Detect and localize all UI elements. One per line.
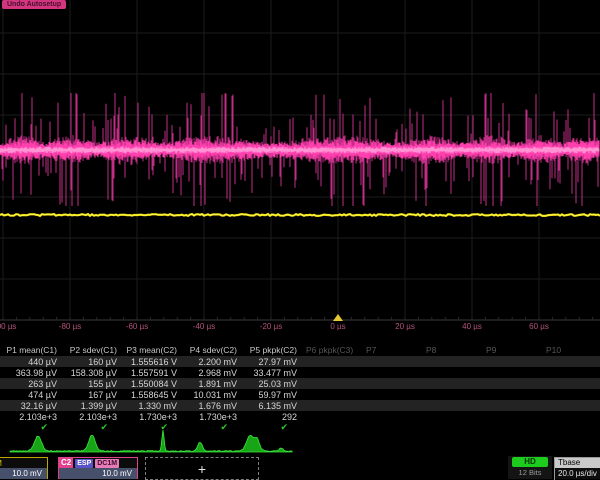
add-trace-button[interactable]: + <box>145 457 259 480</box>
measure-mean-p5: 33.477 mV <box>240 368 300 378</box>
measure-header-p4[interactable]: P4 sdev(C2) <box>180 345 240 355</box>
measure-max-p1: 474 µV <box>0 390 60 400</box>
measure-num-p3: 1.730e+3 <box>120 412 180 422</box>
measure-max-p2: 167 µV <box>60 390 120 400</box>
measure-header-p9[interactable]: P9 <box>480 345 540 355</box>
c1-coupling-badge: DC1M <box>0 459 2 468</box>
measure-row-min: 263 µV155 µV1.550084 V1.891 mV25.03 mV <box>0 378 600 389</box>
measure-header-p5[interactable]: P5 pkpk(C2) <box>240 345 300 355</box>
measure-value-p3: 1.555616 V <box>120 357 180 367</box>
measure-row-sdev: 32.16 µV1.399 µV1.330 mV1.676 mV6.135 mV <box>0 400 600 411</box>
measure-sdev-p4: 1.676 mV <box>180 401 240 411</box>
measure-header-p10[interactable]: P10 <box>540 345 600 355</box>
measure-value-p2: 160 µV <box>60 357 120 367</box>
time-tick-label: -100 µs <box>0 322 16 331</box>
time-tick-label: 40 µs <box>462 322 482 331</box>
measure-value-p1: 440 µV <box>0 357 60 367</box>
status-check-icon-p2: ✔ <box>60 422 120 433</box>
status-check-icon-p5: ✔ <box>240 422 300 433</box>
hd-mode-badge: HD <box>512 457 548 467</box>
status-check-icon-p1: ✔ <box>0 422 60 433</box>
hd-bits-label: 12 Bits <box>508 467 552 478</box>
measure-header-p8[interactable]: P8 <box>420 345 480 355</box>
measure-sdev-p5: 6.135 mV <box>240 401 300 411</box>
tbase-per-div: 20.0 µs/div <box>555 468 600 479</box>
measure-mean-p2: 158.308 µV <box>60 368 120 378</box>
measure-row-num: 2.103e+32.103e+31.730e+31.730e+3292 <box>0 411 600 422</box>
c2-tag: C2 <box>59 458 73 468</box>
measure-value-p5: 27.97 mV <box>240 357 300 367</box>
time-tick-label: -20 µs <box>260 322 282 331</box>
measure-value-p4: 2.200 mV <box>180 357 240 367</box>
measure-table: P1 mean(C1)P2 sdev(C1)P3 mean(C2)P4 sdev… <box>0 344 600 433</box>
measure-min-p2: 155 µV <box>60 379 120 389</box>
time-tick-label: 0 µs <box>330 322 345 331</box>
timebase-descriptor[interactable]: Tbase 20.0 µs/div <box>554 457 600 480</box>
measure-num-p2: 2.103e+3 <box>60 412 120 422</box>
time-tick-label: -80 µs <box>59 322 81 331</box>
measure-sdev-p1: 32.16 µV <box>0 401 60 411</box>
measure-row-value: 440 µV160 µV1.555616 V2.200 mV27.97 mV <box>0 356 600 367</box>
measure-min-p4: 1.891 mV <box>180 379 240 389</box>
measure-sdev-p3: 1.330 mV <box>120 401 180 411</box>
measure-num-p4: 1.730e+3 <box>180 412 240 422</box>
measure-header-p1[interactable]: P1 mean(C1) <box>0 345 60 355</box>
channel-descriptor-c2[interactable]: C2 ESP DC1M 10.0 mV <box>58 457 138 479</box>
status-check-icon-p4: ✔ <box>180 422 240 433</box>
c2-volts-per-div: 10.0 mV <box>59 468 137 479</box>
measure-mean-p3: 1.557591 V <box>120 368 180 378</box>
time-tick-label: 20 µs <box>395 322 415 331</box>
status-check-icon-p3: ✔ <box>120 422 180 433</box>
c2-coupling-badge: DC1M <box>95 459 119 468</box>
measure-num-p1: 2.103e+3 <box>0 412 60 422</box>
measure-min-p5: 25.03 mV <box>240 379 300 389</box>
time-tick-label: -40 µs <box>193 322 215 331</box>
measure-header-p6[interactable]: P6 pkpk(C3) <box>300 345 360 355</box>
plus-icon: + <box>198 461 206 477</box>
measure-row-status: ✔✔✔✔✔ <box>0 422 600 433</box>
measure-min-p1: 263 µV <box>0 379 60 389</box>
measure-row-max: 474 µV167 µV1.558645 V10.031 mV59.97 mV <box>0 389 600 400</box>
measure-mean-p1: 363.98 µV <box>0 368 60 378</box>
measure-max-p3: 1.558645 V <box>120 390 180 400</box>
c1-volts-per-div: 10.0 mV <box>0 468 47 479</box>
measure-max-p4: 10.031 mV <box>180 390 240 400</box>
measure-header-p3[interactable]: P3 mean(C2) <box>120 345 180 355</box>
c2-title: C2 ESP DC1M <box>59 458 137 468</box>
c2-esp-badge: ESP <box>75 459 93 468</box>
tbase-label: Tbase <box>555 458 600 468</box>
measure-header-p2[interactable]: P2 sdev(C1) <box>60 345 120 355</box>
c1-title: C1 DC1M <box>0 458 47 468</box>
channel-descriptor-c1[interactable]: C1 DC1M 10.0 mV <box>0 457 48 479</box>
time-tick-label: -60 µs <box>126 322 148 331</box>
measure-row-mean: 363.98 µV158.308 µV1.557591 V2.968 mV33.… <box>0 367 600 378</box>
measure-max-p5: 59.97 mV <box>240 390 300 400</box>
measure-min-p3: 1.550084 V <box>120 379 180 389</box>
measure-num-p5: 292 <box>240 412 300 422</box>
measure-sdev-p2: 1.399 µV <box>60 401 120 411</box>
time-tick-label: 60 µs <box>529 322 549 331</box>
measure-header-row: P1 mean(C1)P2 sdev(C1)P3 mean(C2)P4 sdev… <box>0 344 600 356</box>
acquisition-panel[interactable]: HD 12 Bits <box>508 456 552 479</box>
measure-mean-p4: 2.968 mV <box>180 368 240 378</box>
timebase-axis: -100 µs -80 µs -60 µs -40 µs -20 µs 0 µs 20 µs… <box>0 322 600 332</box>
undo-autosetup-button[interactable]: Undo Autosetup <box>2 0 66 9</box>
measure-header-p7[interactable]: P7 <box>360 345 420 355</box>
oscilloscope-screen: Undo Autosetup -100 µs -80 µs -60 µs -40 µs… <box>0 0 600 480</box>
